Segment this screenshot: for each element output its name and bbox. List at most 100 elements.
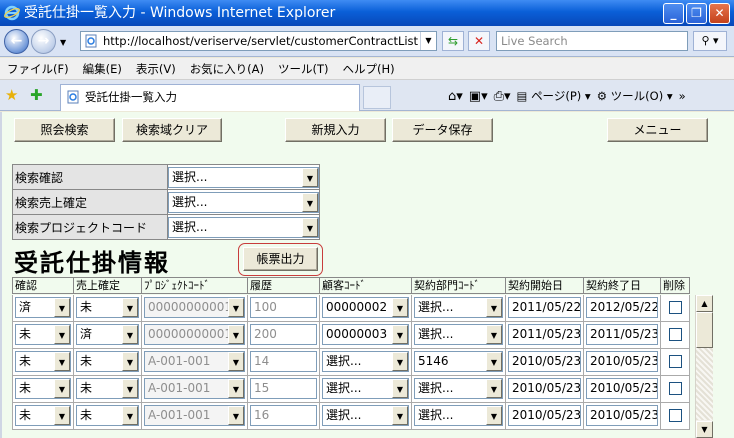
chevron-down-icon[interactable]: ▼ bbox=[228, 325, 244, 344]
menu-file[interactable]: ファイル(F) bbox=[0, 58, 76, 79]
back-button[interactable]: ← bbox=[4, 29, 29, 54]
customer-select[interactable]: 00000002 ▼ bbox=[322, 297, 409, 318]
scroll-thumb[interactable] bbox=[696, 312, 713, 348]
delete-checkbox[interactable] bbox=[668, 328, 682, 341]
forward-button[interactable]: → bbox=[31, 29, 56, 54]
chevron-down-icon[interactable]: ▼ bbox=[392, 379, 408, 398]
sales-select[interactable]: 未 ▼ bbox=[76, 351, 139, 372]
start-date-field[interactable]: 2010/05/23 bbox=[508, 378, 581, 399]
filter-project-select[interactable]: 選択... ▼ bbox=[168, 216, 319, 238]
customer-select[interactable]: 00000003 ▼ bbox=[322, 324, 409, 345]
chevron-down-icon[interactable]: ▼ bbox=[228, 406, 244, 425]
dept-select[interactable]: 選択... ▼ bbox=[414, 405, 503, 426]
dept-select[interactable]: 5146 ▼ bbox=[414, 351, 503, 372]
search-input[interactable]: Live Search bbox=[496, 31, 688, 51]
menu-view[interactable]: 表示(V) bbox=[129, 58, 183, 79]
chevron-down-icon[interactable]: ▼ bbox=[392, 352, 408, 371]
confirm-select[interactable]: 未 ▼ bbox=[15, 351, 71, 372]
maximize-button[interactable]: ❐ bbox=[686, 3, 707, 24]
end-date-field[interactable]: 2010/05/23 bbox=[586, 405, 658, 426]
chevron-down-icon[interactable]: ▼ bbox=[54, 298, 70, 317]
confirm-select[interactable]: 済 ▼ bbox=[15, 297, 71, 318]
chevron-more-icon[interactable]: » bbox=[679, 89, 686, 103]
clear-search-button[interactable]: 検索域クリア bbox=[122, 118, 222, 142]
refresh-button[interactable]: ⇆ bbox=[442, 31, 464, 51]
confirm-select[interactable]: 未 ▼ bbox=[15, 405, 71, 426]
address-input[interactable]: http://localhost/veriserve/servlet/custo… bbox=[80, 31, 437, 51]
sales-select[interactable]: 未 ▼ bbox=[76, 378, 139, 399]
start-date-field[interactable]: 2011/05/22 bbox=[508, 297, 581, 318]
history-field[interactable]: 100 bbox=[250, 297, 317, 318]
dept-select[interactable]: 選択... ▼ bbox=[414, 378, 503, 399]
chevron-down-icon[interactable]: ▼ bbox=[228, 352, 244, 371]
new-tab-button[interactable] bbox=[363, 86, 391, 109]
end-date-field[interactable]: 2012/05/22 bbox=[586, 297, 658, 318]
chevron-down-icon[interactable]: ▼ bbox=[302, 192, 318, 212]
feeds-icon[interactable]: ▣▾ bbox=[469, 89, 488, 104]
menu-button[interactable]: メニュー bbox=[607, 118, 708, 142]
search-button[interactable]: ⚲ ▾ bbox=[693, 31, 727, 51]
confirm-select[interactable]: 未 ▼ bbox=[15, 324, 71, 345]
menu-edit[interactable]: 編集(E) bbox=[76, 58, 129, 79]
chevron-down-icon[interactable]: ▼ bbox=[228, 298, 244, 317]
customer-select[interactable]: 選択... ▼ bbox=[322, 378, 409, 399]
new-entry-button[interactable]: 新規入力 bbox=[285, 118, 386, 142]
minimize-button[interactable]: _ bbox=[663, 3, 684, 24]
chevron-down-icon[interactable]: ▼ bbox=[54, 325, 70, 344]
scroll-track[interactable] bbox=[696, 348, 713, 420]
chevron-down-icon[interactable]: ▼ bbox=[122, 325, 138, 344]
tools-menu[interactable]: ⚙ ツール(O) ▾ bbox=[597, 88, 673, 104]
project-select[interactable]: 00000000001 ▼ bbox=[144, 324, 245, 345]
address-dropdown-icon[interactable]: ▼ bbox=[420, 32, 436, 50]
close-window-button[interactable]: ✕ bbox=[709, 3, 730, 24]
search-query-button[interactable]: 照会検索 bbox=[14, 118, 115, 142]
print-icon[interactable]: ⎙▾ bbox=[494, 89, 511, 104]
chevron-down-icon[interactable]: ▼ bbox=[122, 352, 138, 371]
start-date-field[interactable]: 2010/05/23 bbox=[508, 405, 581, 426]
delete-checkbox[interactable] bbox=[668, 301, 682, 314]
sales-select[interactable]: 済 ▼ bbox=[76, 324, 139, 345]
menu-favorites[interactable]: お気に入り(A) bbox=[183, 58, 271, 79]
chevron-down-icon[interactable]: ▼ bbox=[54, 379, 70, 398]
chevron-down-icon[interactable]: ▼ bbox=[392, 298, 408, 317]
report-output-button[interactable]: 帳票出力 bbox=[243, 247, 318, 271]
history-field[interactable]: 14 bbox=[250, 351, 317, 372]
end-date-field[interactable]: 2011/05/23 bbox=[586, 324, 658, 345]
chevron-down-icon[interactable]: ▼ bbox=[122, 298, 138, 317]
history-field[interactable]: 200 bbox=[250, 324, 317, 345]
chevron-down-icon[interactable]: ▼ bbox=[486, 298, 502, 317]
filter-sales-select[interactable]: 選択... ▼ bbox=[168, 191, 319, 213]
chevron-down-icon[interactable]: ▼ bbox=[122, 406, 138, 425]
confirm-select[interactable]: 未 ▼ bbox=[15, 378, 71, 399]
sales-select[interactable]: 未 ▼ bbox=[76, 297, 139, 318]
chevron-down-icon[interactable]: ▼ bbox=[122, 379, 138, 398]
tab-current[interactable]: 受託仕掛一覧入力 bbox=[60, 84, 360, 111]
project-select[interactable]: A-001-001 ▼ bbox=[144, 405, 245, 426]
project-select[interactable]: 00000000001 ▼ bbox=[144, 297, 245, 318]
chevron-down-icon[interactable]: ▼ bbox=[392, 406, 408, 425]
customer-select[interactable]: 選択... ▼ bbox=[322, 351, 409, 372]
scroll-down-icon[interactable]: ▼ bbox=[696, 421, 713, 438]
end-date-field[interactable]: 2010/05/23 bbox=[586, 378, 658, 399]
start-date-field[interactable]: 2011/05/23 bbox=[508, 324, 581, 345]
dept-select[interactable]: 選択... ▼ bbox=[414, 297, 503, 318]
history-dropdown-icon[interactable]: ▼ bbox=[60, 38, 66, 47]
delete-checkbox[interactable] bbox=[668, 355, 682, 368]
save-data-button[interactable]: データ保存 bbox=[392, 118, 493, 142]
scroll-up-icon[interactable]: ▲ bbox=[696, 295, 713, 312]
chevron-down-icon[interactable]: ▼ bbox=[302, 217, 318, 237]
dept-select[interactable]: 選択... ▼ bbox=[414, 324, 503, 345]
chevron-down-icon[interactable]: ▼ bbox=[486, 379, 502, 398]
chevron-down-icon[interactable]: ▼ bbox=[392, 325, 408, 344]
menu-tools[interactable]: ツール(T) bbox=[271, 58, 336, 79]
chevron-down-icon[interactable]: ▼ bbox=[54, 352, 70, 371]
start-date-field[interactable]: 2010/05/23 bbox=[508, 351, 581, 372]
chevron-down-icon[interactable]: ▼ bbox=[228, 379, 244, 398]
chevron-down-icon[interactable]: ▼ bbox=[54, 406, 70, 425]
filter-confirm-select[interactable]: 選択... ▼ bbox=[168, 166, 319, 188]
home-icon[interactable]: ⌂▾ bbox=[448, 89, 463, 104]
sales-select[interactable]: 未 ▼ bbox=[76, 405, 139, 426]
page-menu[interactable]: ▤ ページ(P) ▾ bbox=[517, 88, 591, 104]
history-field[interactable]: 16 bbox=[250, 405, 317, 426]
chevron-down-icon[interactable]: ▼ bbox=[486, 352, 502, 371]
